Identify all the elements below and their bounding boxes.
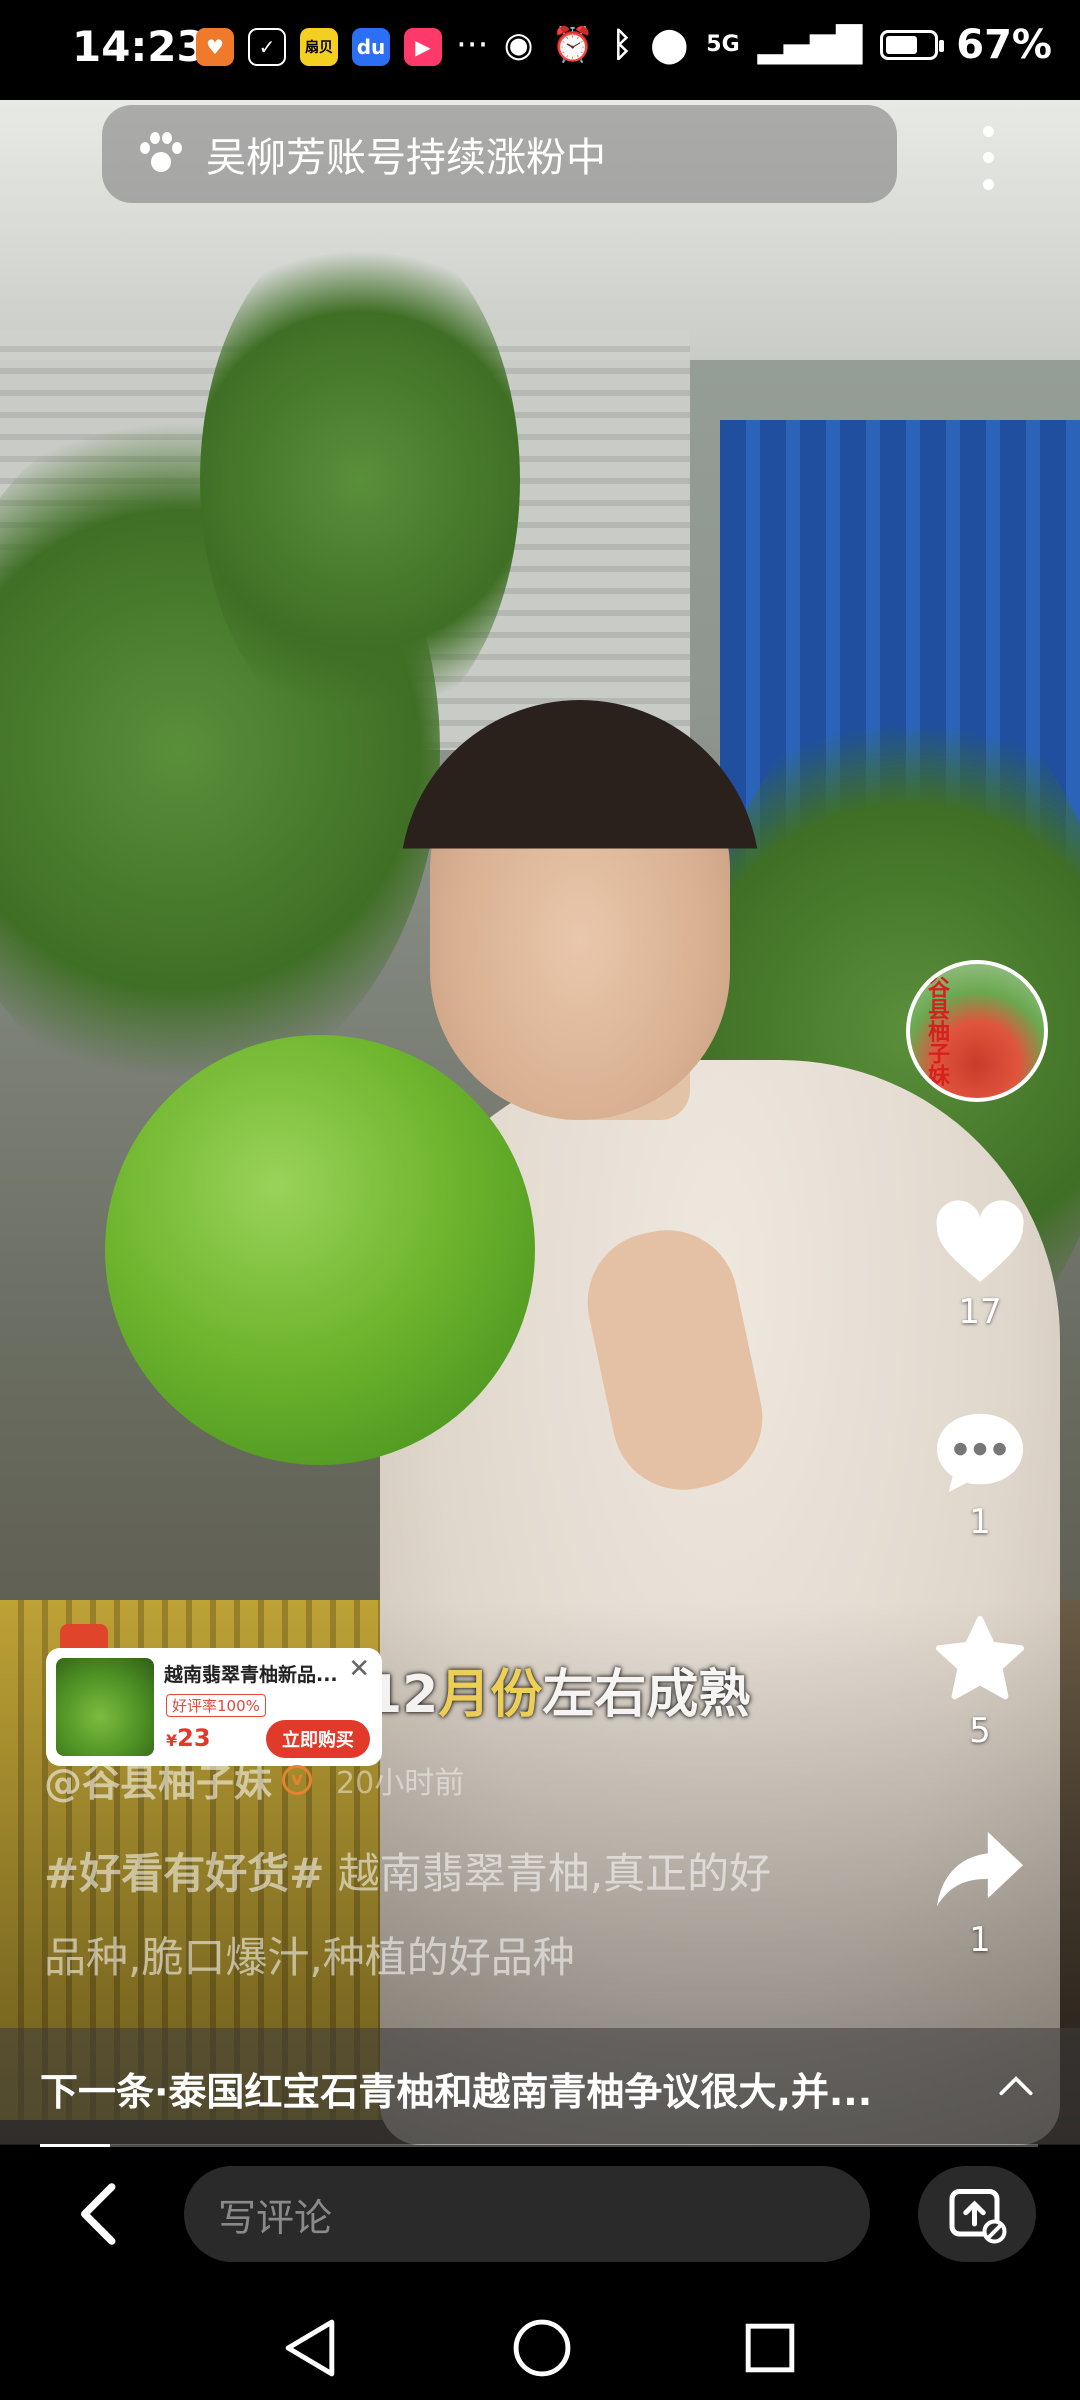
product-name: 越南翡翠青柚新品... (164, 1664, 338, 1686)
status-time: 14:23 (72, 22, 206, 71)
comment-count: 1 (969, 1502, 991, 1542)
baidu-app-icon: du (352, 28, 390, 66)
hashtag-link[interactable]: #好看有好货# (44, 1849, 324, 1898)
back-arrow-icon[interactable] (72, 2182, 122, 2246)
comment-placeholder: 写评论 (218, 2195, 333, 2240)
price-value: 23 (177, 1724, 211, 1752)
next-video-bar[interactable]: 下一条·泰国红宝石青柚和越南青柚争议很大,并... (0, 2028, 1080, 2144)
share-arrow-icon (937, 1831, 1023, 1907)
close-icon[interactable]: ✕ (348, 1654, 370, 1684)
battery-percent: 67% (956, 22, 1052, 68)
like-count: 17 (958, 1292, 1002, 1332)
avatar-text: 谷县柚子妹 (924, 976, 949, 1086)
location-icon: ⬤ (650, 25, 689, 65)
subtitle-highlight: 月份 (438, 1665, 543, 1725)
upload-screen-icon (949, 2189, 1007, 2244)
subtitle-part2: 左右成熟 (542, 1665, 751, 1725)
share-count: 1 (969, 1920, 991, 1960)
eye-icon: ◉ (503, 25, 534, 65)
taobao-app-icon: ♥ (196, 28, 234, 66)
comment-icon (937, 1413, 1023, 1493)
video-subtitle: 12月份左右成熟 (366, 1652, 750, 1727)
favorite-count: 5 (969, 1711, 991, 1751)
post-time: 20小时前 (336, 1765, 465, 1801)
product-card[interactable]: 越南翡翠青柚新品... ✕ 好评率100% ¥23 立即购买 (46, 1648, 382, 1766)
more-notifications-icon: ··· (456, 25, 489, 65)
nav-recents-icon[interactable] (742, 2318, 798, 2378)
star-icon (935, 1615, 1025, 1700)
battery-icon (880, 30, 945, 60)
search-text: 吴柳芳账号持续涨粉中 (206, 135, 606, 181)
status-bar: 14:23 ♥ ✓ 扇贝 du ▶ ··· ◉ ⏰ ᛒ ⬤ 5G ▂▄▆█ 67… (0, 0, 1080, 100)
favorite-button[interactable]: 5 (920, 1615, 1040, 1751)
product-thumbnail (56, 1658, 154, 1756)
app-icon-yellow: 扇贝 (300, 28, 338, 66)
author-line[interactable]: @谷县柚子妹 v 20小时前 (44, 1752, 464, 1807)
author-name[interactable]: @谷县柚子妹 (44, 1752, 272, 1807)
notification-icons: ♥ ✓ 扇贝 du ▶ ··· (196, 28, 488, 66)
price-symbol: ¥ (166, 1731, 178, 1750)
alarm-icon: ⏰ (551, 25, 594, 65)
screen-share-button[interactable] (918, 2166, 1036, 2262)
more-options-icon[interactable] (968, 118, 1008, 198)
product-price: ¥23 (166, 1724, 211, 1752)
verified-icon: v (282, 1764, 313, 1795)
app-icon-2: ✓ (248, 28, 286, 66)
chevron-up-icon[interactable] (994, 2064, 1038, 2108)
comment-input[interactable]: 写评论 (184, 2166, 870, 2262)
next-video-title: 下一条·泰国红宝石青柚和越南青柚争议很大,并... (40, 2070, 873, 2114)
product-rating: 好评率100% (166, 1694, 266, 1717)
status-right: ◉ ⏰ ᛒ ⬤ 5G ▂▄▆█ 67% (504, 22, 1052, 68)
nav-back-icon[interactable] (282, 2318, 338, 2378)
green-pomelo (105, 1035, 535, 1465)
search-bar[interactable]: 吴柳芳账号持续涨粉中 (102, 105, 897, 203)
author-avatar[interactable]: 谷县柚子妹 (906, 960, 1048, 1102)
share-button[interactable]: 1 (920, 1828, 1040, 1960)
paw-icon (138, 132, 182, 176)
network-label: 5G (706, 32, 740, 57)
signal-icon: ▂▄▆█ (757, 25, 863, 65)
bluetooth-icon: ᛒ (611, 25, 633, 65)
video-app-icon: ▶ (404, 28, 442, 66)
heart-icon (936, 1200, 1024, 1283)
post-description[interactable]: #好看有好货# 越南翡翠青柚,真正的好品种,脆口爆汁,种植的好品种 (44, 1832, 804, 2000)
nav-home-icon[interactable] (512, 2318, 572, 2378)
comment-button[interactable]: 1 (920, 1410, 1040, 1542)
like-button[interactable]: 17 (920, 1200, 1040, 1332)
scene-tree-top (200, 220, 520, 740)
